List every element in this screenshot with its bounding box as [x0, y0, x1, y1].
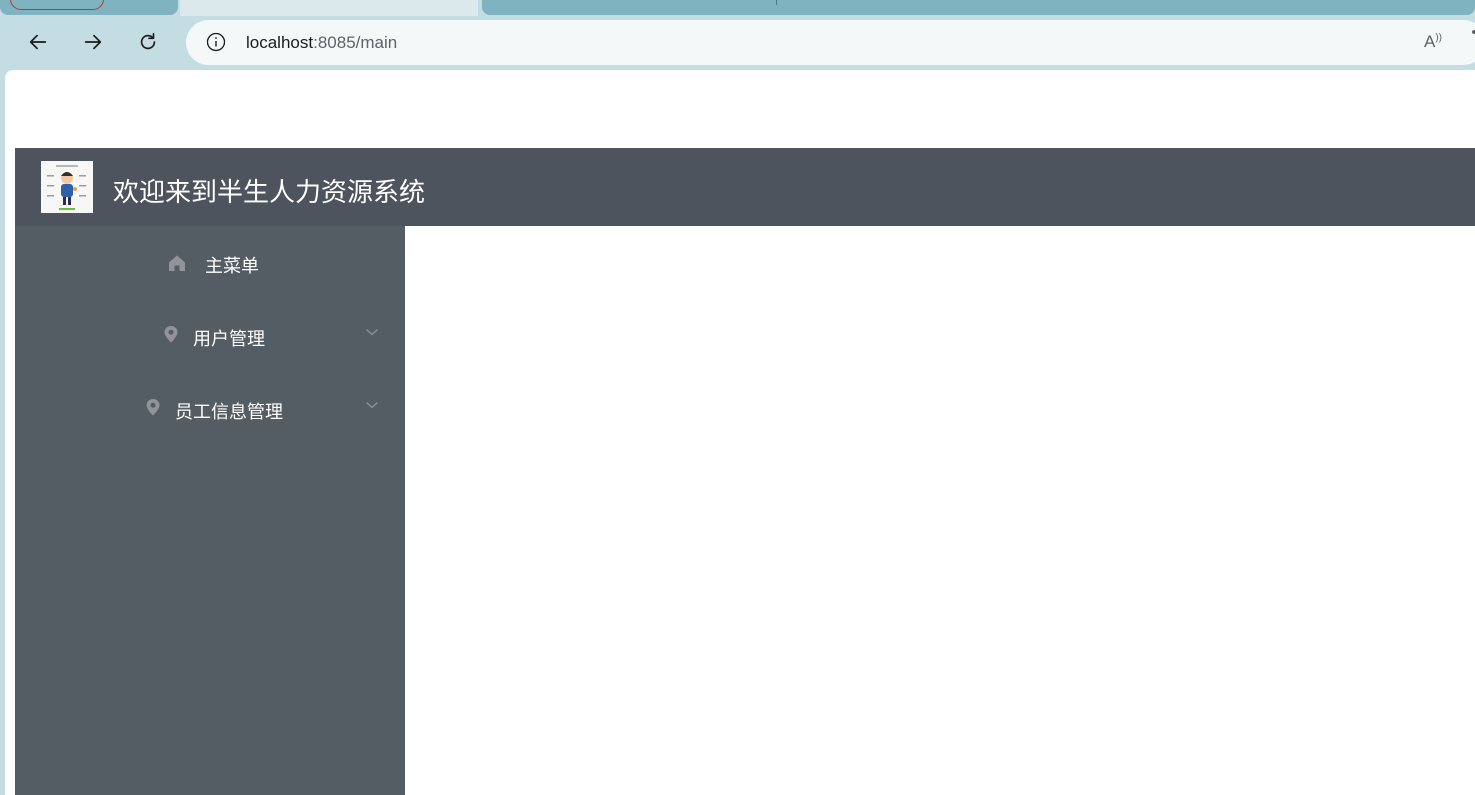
cartoon-avatar-logo-icon: [41, 161, 93, 213]
location-pin-icon: [164, 326, 178, 343]
browser-tab[interactable]: [482, 0, 1475, 15]
arrow-left-icon: [29, 34, 47, 50]
sidebar-item-employee-info-management[interactable]: 员工信息管理: [15, 372, 405, 445]
read-aloud-icon[interactable]: A)): [1424, 32, 1442, 52]
browser-tab-active[interactable]: [180, 0, 478, 16]
address-bar[interactable]: localhost:8085/main A)): [186, 20, 1475, 65]
browser-toolbar: localhost:8085/main A)): [0, 16, 1475, 70]
info-icon[interactable]: [206, 32, 226, 52]
home-icon: [169, 255, 185, 271]
browser-tab[interactable]: [0, 0, 178, 15]
url-text[interactable]: localhost:8085/main: [246, 33, 397, 53]
reload-button[interactable]: [134, 28, 162, 56]
reload-icon: [140, 32, 156, 50]
page-viewport: 欢迎来到半生人力资源系统 主菜单 用户管理 员工信息管理: [5, 70, 1475, 795]
chevron-down-icon: [366, 329, 378, 336]
sidebar-item-main-menu[interactable]: 主菜单: [15, 226, 405, 299]
arrow-right-icon: [84, 34, 102, 50]
back-button[interactable]: [24, 28, 52, 56]
chevron-down-icon: [366, 402, 378, 409]
location-pin-icon: [146, 399, 160, 416]
app-title: 欢迎来到半生人力资源系统: [113, 177, 426, 207]
main-content-area: [405, 226, 1475, 795]
sidebar-item-label: 员工信息管理: [175, 402, 283, 422]
tab-close-highlight: [10, 0, 104, 10]
tab-divider: [776, 0, 777, 5]
browser-tab-strip: [0, 0, 1475, 16]
url-path: :8085/main: [313, 33, 398, 52]
logo: [41, 161, 93, 213]
sidebar-item-label: 用户管理: [193, 329, 265, 349]
forward-button[interactable]: [79, 28, 107, 56]
url-host: localhost: [246, 33, 314, 52]
app-header: 欢迎来到半生人力资源系统: [15, 148, 1475, 226]
sidebar-menu: 主菜单 用户管理 员工信息管理: [15, 226, 405, 795]
sidebar-item-user-management[interactable]: 用户管理: [15, 299, 405, 372]
sidebar-item-label: 主菜单: [205, 256, 259, 276]
